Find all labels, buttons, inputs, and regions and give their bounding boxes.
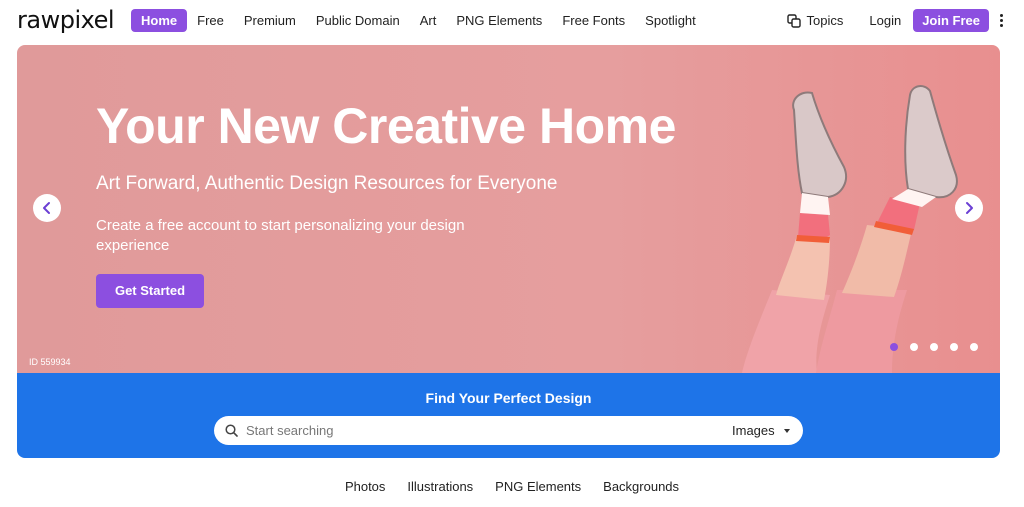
tab-photos[interactable]: Photos: [345, 479, 385, 494]
carousel-next-button[interactable]: [955, 194, 983, 222]
main-nav: Home Free Premium Public Domain Art PNG …: [131, 9, 706, 32]
carousel-dot[interactable]: [970, 343, 978, 351]
nav-link-free-fonts[interactable]: Free Fonts: [552, 9, 635, 32]
join-free-button[interactable]: Join Free: [913, 9, 989, 32]
nav-actions: Topics Login Join Free: [786, 9, 1006, 32]
caret-down-icon: [783, 428, 790, 433]
rawpixel-logo[interactable]: rawpixel: [17, 6, 115, 34]
search-icon: [225, 424, 238, 437]
hero-subtitle: Art Forward, Authentic Design Resources …: [96, 173, 558, 194]
kebab-menu-icon[interactable]: [996, 13, 1006, 28]
chevron-right-icon: [966, 202, 973, 214]
search-type-dropdown[interactable]: Images: [732, 416, 790, 445]
carousel-dot[interactable]: [890, 343, 898, 351]
hero-legs-illustration: [742, 85, 958, 373]
topics-link[interactable]: Topics: [786, 13, 844, 28]
nav-link-premium[interactable]: Premium: [234, 9, 306, 32]
tab-backgrounds[interactable]: Backgrounds: [603, 479, 679, 494]
get-started-button[interactable]: Get Started: [96, 274, 204, 308]
search-bar[interactable]: Images: [214, 416, 803, 445]
carousel-dot[interactable]: [950, 343, 958, 351]
chevron-left-icon: [43, 202, 50, 214]
carousel-dots: [890, 343, 990, 351]
image-id-label: ID 559934: [29, 357, 71, 367]
hero-banner: Your New Creative Home Art Forward, Auth…: [17, 45, 1000, 373]
tab-illustrations[interactable]: Illustrations: [407, 479, 473, 494]
search-input[interactable]: [246, 416, 686, 445]
carousel-dot[interactable]: [910, 343, 918, 351]
carousel-dot[interactable]: [930, 343, 938, 351]
category-tabs: Photos Illustrations PNG Elements Backgr…: [0, 479, 1024, 494]
nav-link-spotlight[interactable]: Spotlight: [635, 9, 706, 32]
topics-icon: [786, 13, 801, 28]
carousel-prev-button[interactable]: [33, 194, 61, 222]
nav-link-home[interactable]: Home: [131, 9, 188, 32]
search-band: Find Your Perfect Design Images: [17, 373, 1000, 458]
nav-link-art[interactable]: Art: [410, 9, 447, 32]
top-navbar: rawpixel Home Free Premium Public Domain…: [0, 0, 1024, 41]
nav-link-free[interactable]: Free: [187, 9, 234, 32]
tab-png-elements[interactable]: PNG Elements: [495, 479, 581, 494]
hero-description: Create a free account to start personali…: [96, 217, 465, 254]
search-heading: Find Your Perfect Design: [425, 390, 592, 406]
topics-label: Topics: [806, 13, 844, 28]
login-link[interactable]: Login: [869, 13, 901, 28]
search-type-label: Images: [732, 423, 775, 438]
nav-link-public-domain[interactable]: Public Domain: [306, 9, 410, 32]
nav-link-png-elements[interactable]: PNG Elements: [446, 9, 552, 32]
hero-title: Your New Creative Home: [96, 98, 676, 154]
